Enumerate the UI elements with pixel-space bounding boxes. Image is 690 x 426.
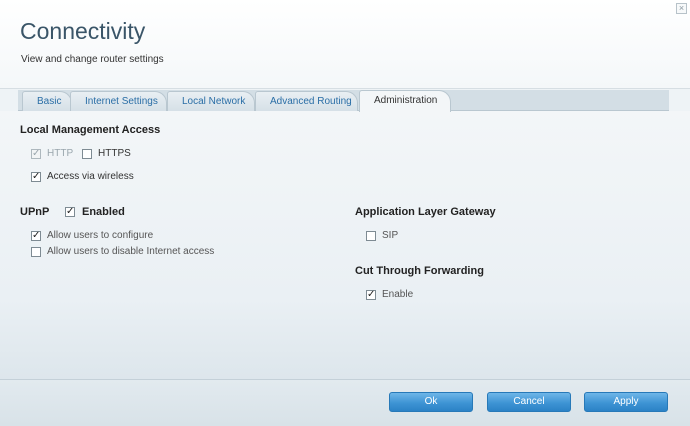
close-icon[interactable]: × [676, 3, 687, 14]
local-management-heading: Local Management Access [20, 124, 161, 136]
https-checkbox[interactable] [82, 149, 92, 159]
page-title: Connectivity [20, 18, 146, 44]
access-via-wireless-label: Access via wireless [47, 171, 134, 182]
ctf-enable-label: Enable [382, 289, 414, 300]
alg-heading: Application Layer Gateway [355, 206, 496, 218]
tab-basic[interactable]: Basic [22, 91, 72, 111]
ok-button[interactable]: Ok [389, 392, 473, 412]
tab-advanced-routing[interactable]: Advanced Routing [255, 91, 358, 111]
access-via-wireless-checkbox[interactable]: ✓ [31, 172, 41, 182]
upnp-enabled-checkbox[interactable]: ✓ [65, 207, 75, 217]
allow-disable-internet-label: Allow users to disable Internet access [47, 246, 215, 257]
ctf-heading: Cut Through Forwarding [355, 265, 484, 277]
ctf-enable-checkbox[interactable]: ✓ [366, 290, 376, 300]
upnp-enabled-label: Enabled [82, 206, 125, 218]
sip-checkbox[interactable] [366, 231, 376, 241]
page-subtitle: View and change router settings [21, 54, 164, 65]
https-label: HTTPS [98, 148, 131, 159]
apply-button[interactable]: Apply [584, 392, 668, 412]
http-label: HTTP [47, 148, 74, 159]
tab-local-network[interactable]: Local Network [167, 91, 255, 111]
sip-label: SIP [382, 230, 399, 241]
page-header: Connectivity View and change router sett… [0, 0, 690, 89]
allow-disable-internet-checkbox[interactable] [31, 247, 41, 257]
cancel-button[interactable]: Cancel [487, 392, 571, 412]
allow-configure-label: Allow users to configure [47, 230, 154, 241]
http-checkbox[interactable]: ✓ [31, 149, 41, 159]
upnp-heading: UPnP [20, 206, 50, 218]
tab-internet-settings[interactable]: Internet Settings [70, 91, 167, 111]
tab-administration[interactable]: Administration [359, 90, 451, 112]
allow-configure-checkbox[interactable]: ✓ [31, 231, 41, 241]
